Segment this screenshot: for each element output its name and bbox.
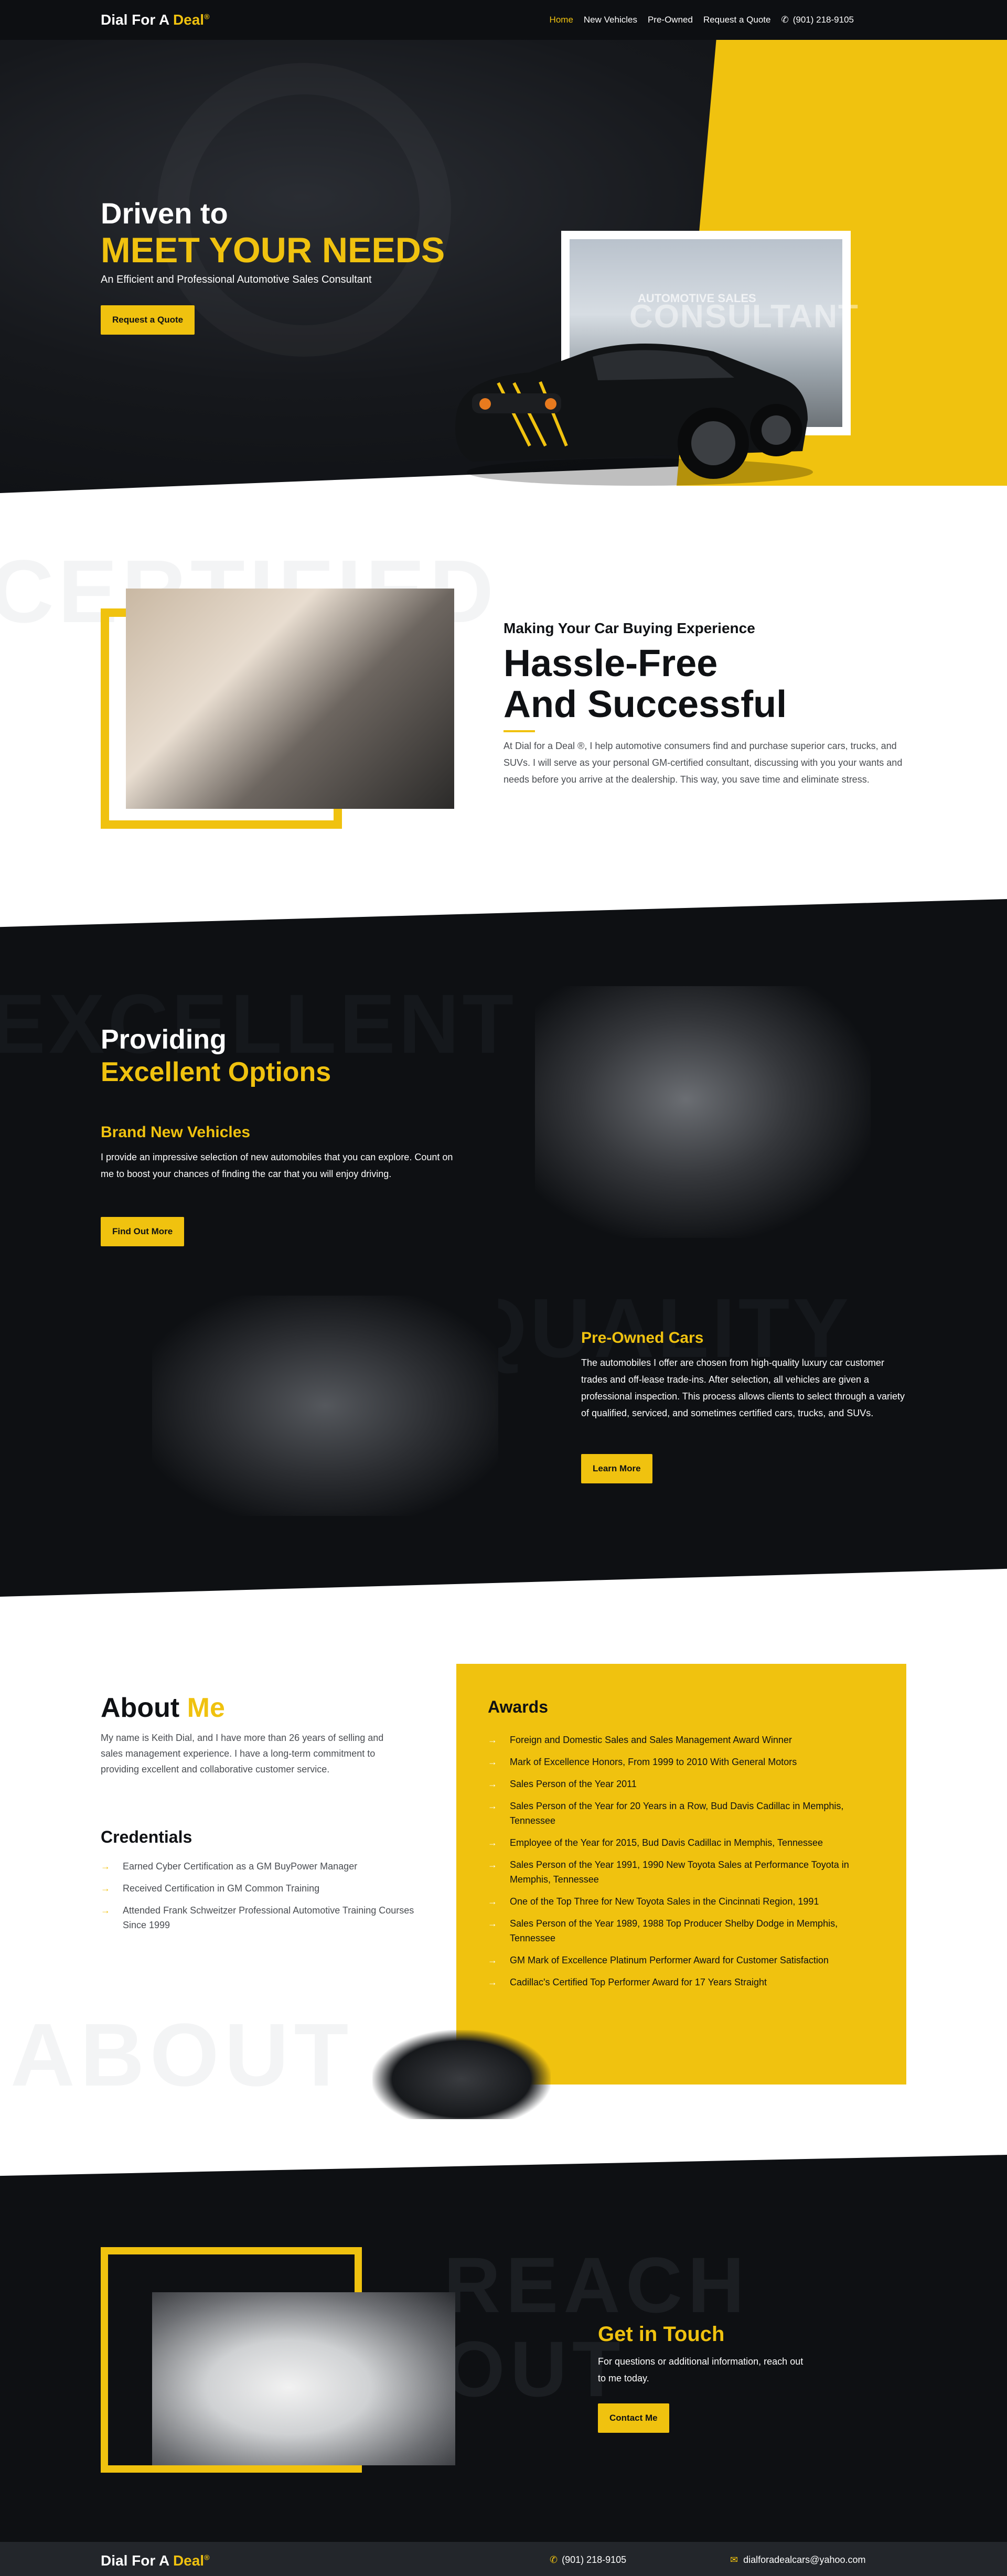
list-item: → Sales Person of the Year for 20 Years i… [488, 1799, 875, 1828]
contact-title: Get in Touch [598, 2323, 725, 2346]
awards-panel: Awards → Foreign and Domestic Sales and S… [456, 1664, 906, 2085]
learn-more-button[interactable]: Learn More [581, 1454, 652, 1483]
credentials-list: → Earned Cyber Certification as a GM BuyP… [101, 1859, 426, 1940]
car-seat-photo [535, 986, 871, 1238]
intro-title-line1: Hassle-Free [504, 643, 718, 685]
contact-background-word: REACH [444, 2241, 750, 2329]
awards-list: → Foreign and Domestic Sales and Sales Ma… [488, 1733, 875, 1990]
hero-subtitle: An Efficient and Professional Automotive… [101, 274, 372, 285]
sports-car-image [372, 2030, 551, 2119]
nav-phone-link[interactable]: ✆ (901) 218-9105 [781, 15, 854, 25]
phone-icon: ✆ [781, 15, 789, 25]
intro-kicker: Making Your Car Buying Experience [504, 620, 755, 636]
arrow-right-icon: → [488, 1801, 497, 1811]
logo[interactable]: Dial For A Deal® [101, 12, 209, 28]
arrow-right-icon: → [488, 1837, 497, 1848]
site-footer: Dial For A Deal® ✆ (901) 218-9105 ✉ dial… [0, 2542, 1007, 2576]
pre-owned-heading: Pre-Owned Cars [581, 1329, 704, 1346]
arrow-right-icon: → [101, 1883, 110, 1894]
list-item: → Attended Frank Schweitzer Professional … [101, 1903, 426, 1932]
list-item: → Cadillac's Certified Top Performer Awar… [488, 1975, 875, 1990]
pre-owned-body: The automobiles I offer are chosen from … [581, 1358, 905, 1418]
arrow-right-icon: → [488, 1896, 497, 1907]
list-item: → Sales Person of the Year 1991, 1990 New… [488, 1857, 875, 1887]
intro-divider [504, 730, 535, 732]
credentials-heading: Credentials [101, 1827, 192, 1846]
list-item: → One of the Top Three for New Toyota Sal… [488, 1894, 875, 1909]
hero-title-line2: MEET YOUR NEEDS [101, 230, 445, 270]
list-item: → Mark of Excellence Honors, From 1999 to… [488, 1755, 875, 1769]
arrow-right-icon: → [488, 1859, 497, 1870]
awards-heading: Awards [488, 1697, 549, 1716]
intro-couple-photo [126, 589, 454, 809]
footer-logo[interactable]: Dial For A Deal® [101, 2552, 209, 2569]
footer-phone-link[interactable]: ✆ (901) 218-9105 [550, 2554, 626, 2566]
intro-title-line2: And Successful [504, 683, 787, 725]
list-item: → GM Mark of Excellence Platinum Performe… [488, 1953, 875, 1968]
arrow-right-icon: → [101, 1861, 110, 1872]
nav-item-new-vehicles[interactable]: New Vehicles [584, 15, 637, 25]
footer-email-link[interactable]: ✉ dialforadealcars@yahoo.com [730, 2554, 866, 2566]
site-header: Dial For A Deal® Home New Vehicles Pre-O… [0, 0, 1007, 40]
list-item: → Earned Cyber Certification as a GM BuyP… [101, 1859, 426, 1874]
list-item: → Sales Person of the Year 1989, 1988 Top… [488, 1916, 875, 1946]
nav-item-request-quote[interactable]: Request a Quote [703, 15, 771, 25]
phone-icon: ✆ [550, 2554, 558, 2565]
intro-body: At Dial for a Deal ®, I help automotive … [504, 741, 903, 785]
arrow-right-icon: → [488, 1977, 497, 1987]
contact-me-button[interactable]: Contact Me [598, 2403, 669, 2433]
nav-item-home[interactable]: Home [550, 15, 573, 25]
arrow-right-icon: → [101, 1905, 110, 1916]
list-item: → Foreign and Domestic Sales and Sales Ma… [488, 1733, 875, 1747]
about-body: My name is Keith Dial, and I have more t… [101, 1733, 384, 1775]
options-title-line2: Excellent Options [101, 1057, 331, 1087]
suv-photo [152, 2292, 455, 2465]
nav-item-pre-owned[interactable]: Pre-Owned [648, 15, 693, 25]
list-item: → Received Certification in GM Common Tra… [101, 1881, 426, 1896]
gear-shift-photo [152, 1296, 498, 1516]
options-title-line1: Providing [101, 1024, 227, 1055]
arrow-right-icon: → [488, 1735, 497, 1745]
arrow-right-icon: → [488, 1757, 497, 1767]
list-item: → Employee of the Year for 2015, Bud Davi… [488, 1835, 875, 1850]
contact-body: For questions or additional information,… [598, 2356, 804, 2383]
about-background-word: ABOUT [10, 2005, 354, 2105]
find-out-more-button[interactable]: Find Out More [101, 1217, 185, 1246]
new-vehicles-heading: Brand New Vehicles [101, 1124, 251, 1141]
main-nav: Home New Vehicles Pre-Owned Request a Qu… [550, 15, 854, 25]
arrow-right-icon: → [488, 1955, 497, 1965]
mail-icon: ✉ [730, 2554, 738, 2565]
new-vehicles-body: I provide an impressive selection of new… [101, 1152, 453, 1179]
hero-car-image [455, 344, 813, 486]
hero-title-line1: Driven to [101, 197, 228, 230]
arrow-right-icon: → [488, 1779, 497, 1789]
about-title: About Me [101, 1693, 225, 1723]
request-quote-button[interactable]: Request a Quote [101, 305, 195, 335]
arrow-right-icon: → [488, 1918, 497, 1929]
list-item: → Sales Person of the Year 2011 [488, 1777, 875, 1791]
